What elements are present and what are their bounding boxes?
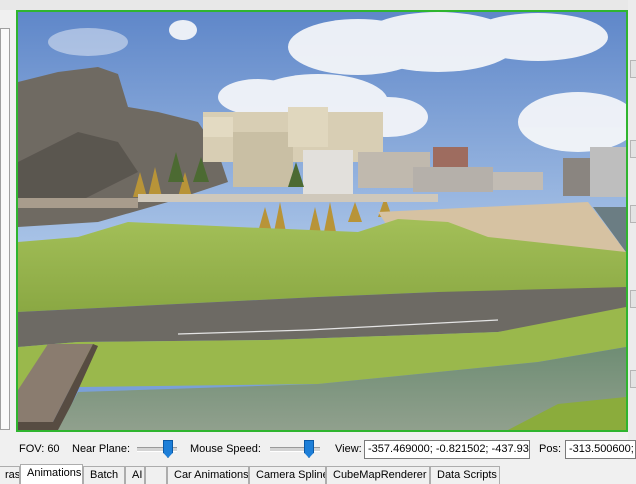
mouse-speed-slider[interactable] <box>270 440 320 458</box>
window-top-strip <box>0 0 636 10</box>
tool-tabs: ras Animations Batch AI Car Animations C… <box>0 464 636 484</box>
tab-ai[interactable]: AI <box>125 466 145 484</box>
near-plane-slider-thumb[interactable] <box>163 440 173 458</box>
view-label: View: <box>335 443 362 455</box>
right-panel-tab[interactable] <box>630 290 636 308</box>
pos-field[interactable]: -313.500600; <box>565 440 636 459</box>
left-side-panel <box>0 28 10 430</box>
right-panel-tab[interactable] <box>630 140 636 158</box>
tab-camera-spline[interactable]: Camera Spline <box>249 466 326 484</box>
right-panel-tab[interactable] <box>630 205 636 223</box>
train <box>18 198 138 208</box>
tab-cubemap-renderer[interactable]: CubeMapRenderer <box>326 466 430 484</box>
mouse-speed-slider-thumb[interactable] <box>304 440 314 458</box>
tab-data-scripts[interactable]: Data Scripts <box>430 466 500 484</box>
tab-animations[interactable]: Animations <box>20 464 83 484</box>
tab-cameras[interactable]: ras <box>0 466 20 484</box>
right-side-panel <box>628 0 636 460</box>
tab-car-animations[interactable]: Car Animations <box>167 466 249 484</box>
near-plane-label: Near Plane: <box>72 443 131 455</box>
fov-label: FOV: 60 <box>19 443 60 455</box>
right-panel-tab[interactable] <box>630 370 636 388</box>
near-plane-slider[interactable] <box>137 440 177 458</box>
camera-controls-bar: FOV: 60 Near Plane: Mouse Speed: View: -… <box>0 437 636 459</box>
scene-render <box>18 12 626 430</box>
right-panel-tab[interactable] <box>630 60 636 78</box>
mouse-speed-label: Mouse Speed: <box>190 443 261 455</box>
tab-batch[interactable]: Batch <box>83 466 125 484</box>
tab-blank[interactable] <box>145 466 167 484</box>
view-field[interactable]: -357.469000; -0.821502; -437.938 <box>364 440 530 459</box>
pos-label: Pos: <box>539 443 562 455</box>
render-viewport[interactable] <box>16 10 628 432</box>
